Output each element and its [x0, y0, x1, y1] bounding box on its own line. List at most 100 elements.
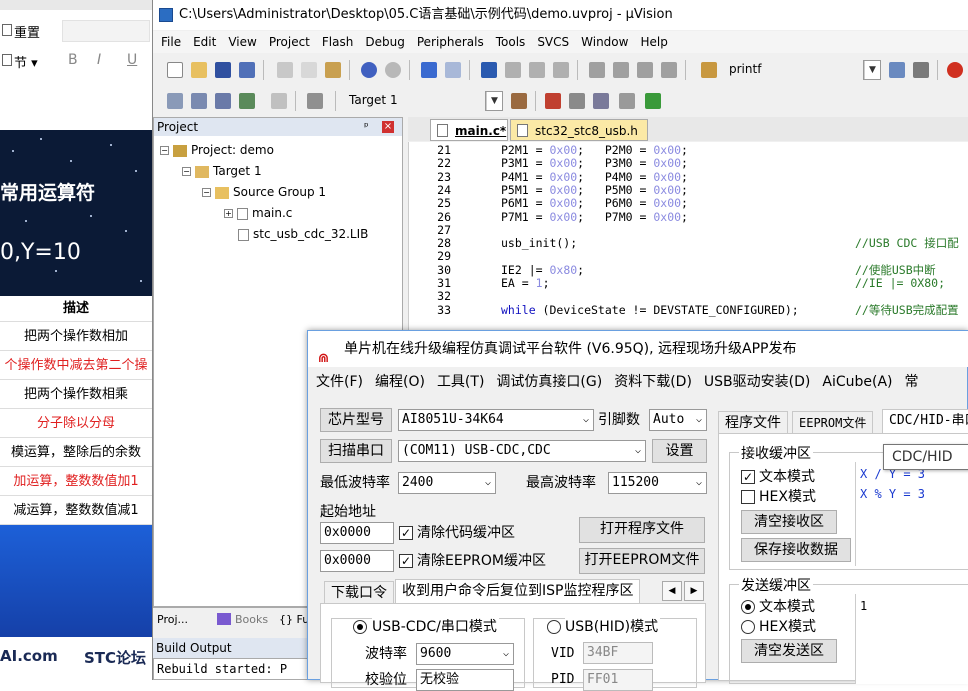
tab-scroll-left[interactable]: ◀	[662, 581, 682, 601]
receive-text-area[interactable]: X / Y = 3 X % Y = 3	[855, 462, 968, 566]
vid-input[interactable]: 34BF	[583, 642, 653, 664]
cut-icon[interactable]	[277, 62, 293, 78]
manage-rte-icon[interactable]	[645, 93, 661, 109]
open-program-file-button[interactable]: 打开程序文件	[579, 517, 705, 543]
pid-input[interactable]: FF01	[583, 669, 653, 691]
clear-eeprom-checkbox[interactable]: ✓	[399, 554, 413, 568]
footer-link-right[interactable]: STC论坛	[84, 647, 146, 668]
pin-count-select[interactable]: Auto ⌵	[649, 409, 707, 431]
copy-icon[interactable]	[301, 62, 317, 78]
nav-back-icon[interactable]	[421, 62, 437, 78]
send-hex-mode-radio[interactable]	[741, 620, 755, 634]
send-text-area[interactable]: 1	[855, 594, 968, 684]
save-receive-button[interactable]: 保存接收数据	[741, 538, 851, 562]
min-baud-select[interactable]: 2400 ⌵	[398, 472, 496, 494]
tab-cdc-hid-serial[interactable]: CDC/HID-串口	[882, 409, 968, 433]
open-eeprom-file-button[interactable]: 打开EEPROM文件	[579, 548, 705, 574]
find-combo-dropdown[interactable]: ▼	[863, 60, 881, 80]
uncomment-icon[interactable]	[661, 62, 677, 78]
menu-tools[interactable]: Tools	[490, 31, 532, 53]
undo-icon[interactable]	[361, 62, 377, 78]
bold-button[interactable]: B	[68, 52, 78, 68]
build-icon[interactable]	[191, 93, 207, 109]
search-icon[interactable]	[947, 62, 963, 78]
isp-menu-usb-driver[interactable]: USB驱动安装(D)	[696, 368, 814, 396]
menu-project[interactable]: Project	[263, 31, 316, 53]
menu-view[interactable]: View	[222, 31, 262, 53]
save-all-icon[interactable]	[239, 62, 255, 78]
batch-build-icon[interactable]	[239, 93, 255, 109]
tree-file-lib[interactable]: stc_usb_cdc_32.LIB	[238, 226, 368, 242]
port-select[interactable]: (COM11) USB-CDC,CDC ⌵	[398, 440, 646, 462]
settings-button[interactable]: 设置	[652, 439, 707, 463]
tree-target[interactable]: − Target 1	[182, 163, 262, 179]
download-icon[interactable]	[307, 93, 323, 109]
footer-link-left[interactable]: AI.com	[0, 647, 58, 665]
scan-port-button[interactable]: 扫描串口	[320, 439, 392, 463]
tab-books[interactable]: Books	[235, 613, 268, 626]
max-baud-select[interactable]: 115200 ⌵	[608, 472, 707, 494]
unindent-icon[interactable]	[613, 62, 629, 78]
tree-file-main[interactable]: + main.c	[224, 205, 292, 221]
chip-model-select[interactable]: AI8051U-34K64 ⌵	[398, 409, 594, 431]
cdc-mode-radio[interactable]	[353, 620, 367, 634]
tab-main-c[interactable]: main.c*	[430, 119, 508, 141]
prev-bookmark-icon[interactable]	[505, 62, 521, 78]
recv-hex-mode-checkbox[interactable]	[741, 490, 755, 504]
menu-edit[interactable]: Edit	[187, 31, 222, 53]
isp-menu-more[interactable]: 常	[897, 368, 923, 396]
isp-menu-debug[interactable]: 调试仿真接口(G)	[488, 368, 606, 396]
chip-model-button[interactable]: 芯片型号	[320, 408, 392, 432]
packs-icon[interactable]	[593, 93, 609, 109]
translate-icon[interactable]	[167, 93, 183, 109]
select-device-icon[interactable]	[619, 93, 635, 109]
tab-eeprom-file[interactable]: EEPROM文件	[792, 411, 874, 433]
clear-send-button[interactable]: 清空发送区	[741, 639, 837, 663]
isp-menu-aicube[interactable]: AiCube(A)	[814, 368, 896, 396]
paste-icon[interactable]	[325, 62, 341, 78]
find-combo-text[interactable]: printf	[729, 62, 761, 76]
tab-scroll-right[interactable]: ▶	[684, 581, 704, 601]
rebuild-icon[interactable]	[215, 93, 231, 109]
hid-mode-radio[interactable]	[547, 620, 561, 634]
debug-session-icon[interactable]	[913, 62, 929, 78]
italic-button[interactable]: I	[97, 52, 101, 68]
close-icon[interactable]: ×	[382, 121, 394, 133]
font-box[interactable]	[62, 20, 150, 42]
target-options-icon[interactable]	[511, 93, 527, 109]
reset-button[interactable]: 重置	[14, 22, 40, 41]
menu-svcs[interactable]: SVCS	[531, 31, 575, 53]
tab-project[interactable]: Proj...	[157, 613, 188, 626]
eeprom-address-input[interactable]: 0x0000	[320, 550, 394, 572]
tree-project[interactable]: − Project: demo	[160, 142, 274, 158]
tree-group[interactable]: − Source Group 1	[202, 184, 326, 200]
tab-reset-to-isp[interactable]: 收到用户命令后复位到ISP监控程序区	[395, 579, 641, 603]
file-extensions-icon[interactable]	[569, 93, 585, 109]
save-icon[interactable]	[215, 62, 231, 78]
comment-icon[interactable]	[637, 62, 653, 78]
tab-download-password[interactable]: 下载口令	[324, 581, 394, 603]
baud-select[interactable]: 9600 ⌵	[416, 643, 514, 665]
recv-text-mode-checkbox[interactable]: ✓	[741, 470, 755, 484]
indent-icon[interactable]	[589, 62, 605, 78]
open-folder-icon[interactable]	[191, 62, 207, 78]
incremental-find-icon[interactable]	[889, 62, 905, 78]
menu-file[interactable]: File	[153, 31, 187, 53]
isp-menu-file[interactable]: 文件(F)	[308, 368, 367, 396]
redo-icon[interactable]	[385, 62, 401, 78]
manage-project-icon[interactable]	[545, 93, 561, 109]
new-file-icon[interactable]	[167, 62, 183, 78]
isp-menu-download[interactable]: 资料下载(D)	[606, 368, 696, 396]
isp-menu-tools[interactable]: 工具(T)	[429, 368, 488, 396]
next-bookmark-icon[interactable]	[529, 62, 545, 78]
tab-functions[interactable]: {} Fu	[279, 613, 309, 626]
tab-program-file[interactable]: 程序文件	[718, 411, 788, 433]
clear-receive-button[interactable]: 清空接收区	[741, 510, 837, 534]
section-button[interactable]: 节 ▾	[14, 52, 38, 71]
menu-debug[interactable]: Debug	[359, 31, 410, 53]
tab-usb-header[interactable]: stc32_stc8_usb.h	[510, 119, 648, 141]
clear-code-checkbox[interactable]: ✓	[399, 526, 413, 540]
menu-help[interactable]: Help	[634, 31, 673, 53]
menu-window[interactable]: Window	[575, 31, 634, 53]
isp-menu-program[interactable]: 编程(O)	[367, 368, 429, 396]
